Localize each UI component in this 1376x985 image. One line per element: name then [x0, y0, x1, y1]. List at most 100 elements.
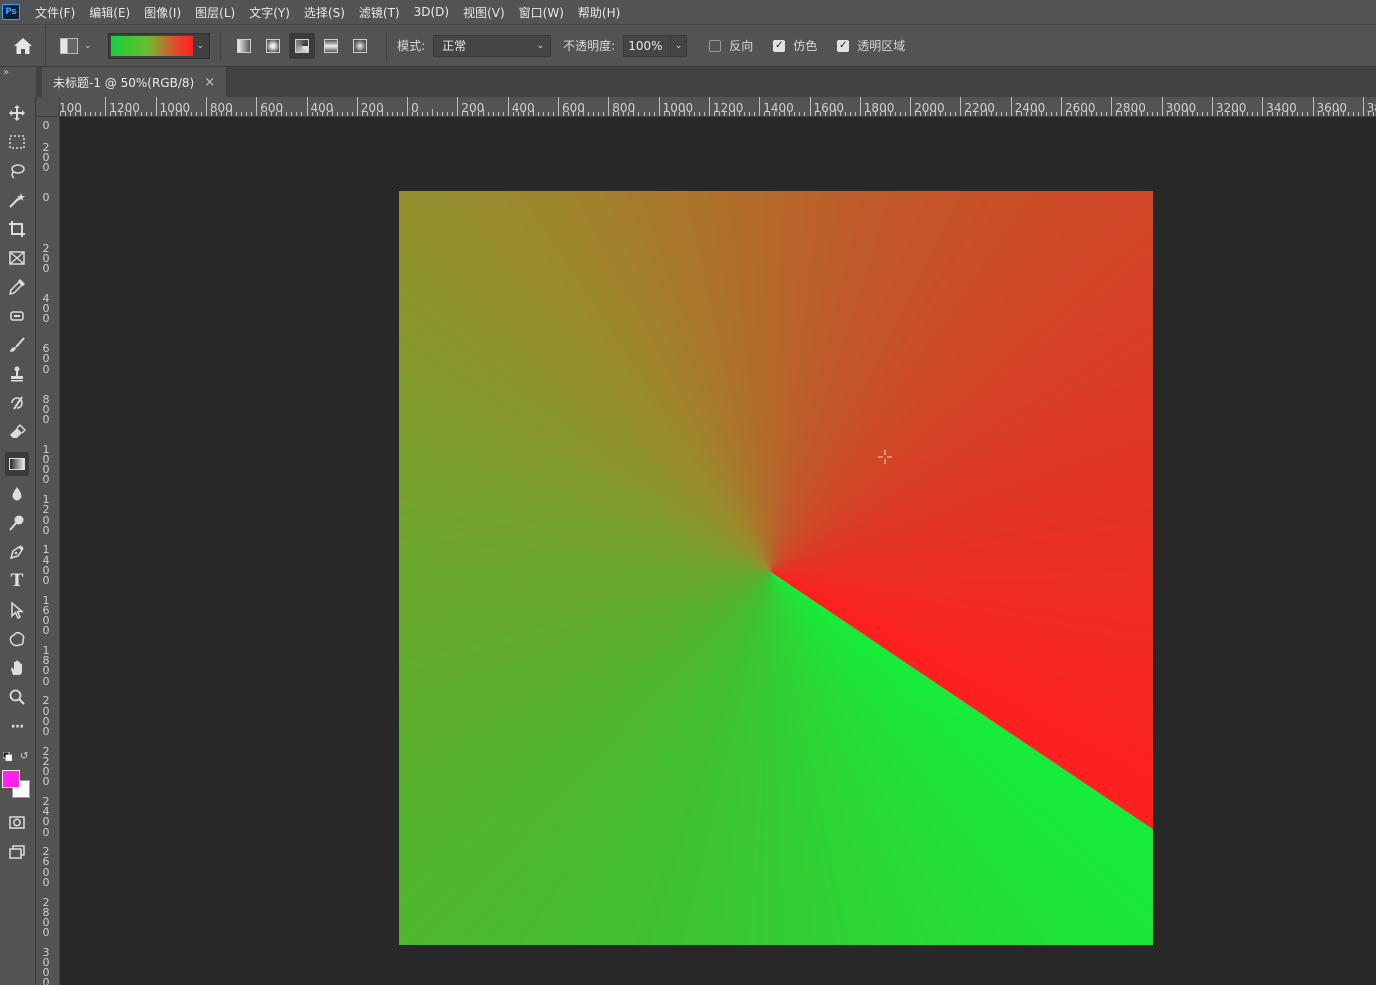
ruler-tick — [1061, 97, 1062, 116]
default-colors-icon[interactable] — [3, 752, 12, 761]
magic-wand-icon — [9, 193, 25, 208]
marquee-tool[interactable] — [5, 130, 29, 154]
document-tab-bar: 未标题-1 @ 50%(RGB/8) × — [36, 67, 1376, 97]
ruler-minor-tick — [593, 112, 595, 116]
ruler-minor-tick — [1045, 112, 1047, 116]
ruler-minor-tick — [195, 112, 197, 116]
mode-select[interactable]: 正常 ⌄ — [433, 34, 552, 57]
menu-edit[interactable]: 编辑(E) — [82, 4, 137, 21]
path-selection-tool[interactable] — [5, 598, 29, 622]
ruler-label: 800 — [612, 101, 636, 115]
zoom-icon — [9, 689, 25, 705]
eyedropper-tool[interactable] — [5, 275, 29, 299]
ruler-tick — [809, 97, 811, 116]
toolbar-collapse-button[interactable]: » — [0, 67, 36, 97]
clone-stamp-icon — [11, 366, 23, 382]
menu-image[interactable]: 图像(I) — [137, 4, 188, 21]
ruler-minor-tick — [854, 112, 856, 116]
reverse-checkbox[interactable]: 反向 — [709, 37, 753, 54]
pen-tool[interactable] — [5, 540, 29, 564]
ruler-label-digit: 0 — [42, 119, 50, 132]
ruler-minor-tick — [537, 112, 539, 116]
zoom-tool[interactable] — [5, 685, 29, 709]
custom-shape-tool[interactable] — [5, 627, 29, 651]
close-icon[interactable]: × — [204, 75, 215, 90]
menu-3d[interactable]: 3D(D) — [407, 5, 456, 19]
reverse-label: 反向 — [729, 39, 754, 53]
gradient-preview[interactable] — [110, 35, 193, 56]
more-tools-button[interactable]: ··· — [5, 715, 29, 739]
blur-tool[interactable] — [5, 482, 29, 506]
ruler-minor-tick — [1252, 112, 1254, 116]
document-tab-title: 未标题-1 @ 50%(RGB/8) — [53, 75, 195, 90]
ruler-minor-tick — [236, 112, 238, 116]
document-canvas[interactable] — [399, 191, 1153, 945]
ruler-tick — [1362, 97, 1364, 116]
ruler-minor-tick — [291, 112, 293, 116]
ruler-label-digit: 0 — [42, 362, 50, 376]
ruler-minor-tick — [1347, 112, 1349, 116]
menu-help[interactable]: 帮助(H) — [571, 4, 627, 21]
ruler-minor-tick — [190, 112, 192, 116]
document-tab[interactable]: 未标题-1 @ 50%(RGB/8) × — [42, 67, 226, 97]
hand-tool[interactable] — [5, 656, 29, 680]
ruler-label: 200 — [461, 101, 485, 115]
type-tool[interactable]: T — [5, 569, 29, 593]
ruler-tick — [759, 97, 761, 116]
move-tool[interactable] — [5, 101, 29, 125]
brush-icon — [10, 337, 25, 352]
radial-gradient-button[interactable] — [260, 33, 286, 59]
tool-preset-picker[interactable]: ⌄ — [60, 37, 92, 54]
foreground-color-swatch[interactable] — [2, 770, 20, 788]
eraser-tool[interactable] — [5, 420, 29, 444]
menu-view[interactable]: 视图(V) — [456, 4, 512, 21]
crop-tool[interactable] — [5, 217, 29, 241]
ruler-minor-tick — [1206, 112, 1208, 116]
ruler-minor-tick — [296, 112, 298, 116]
ruler-tick — [457, 97, 459, 116]
horizontal-ruler[interactable]: 100 1200 1000 800 600 400 200 0 200 400 600 800 1000… — [60, 97, 1376, 117]
ruler-minor-tick — [547, 112, 549, 116]
ruler-minor-tick — [542, 112, 544, 116]
ruler-minor-tick — [502, 112, 504, 116]
dodge-tool[interactable] — [5, 511, 29, 535]
lasso-tool[interactable] — [5, 159, 29, 183]
brush-tool[interactable] — [5, 333, 29, 357]
diamond-gradient-button[interactable] — [347, 33, 373, 59]
linear-gradient-button[interactable] — [231, 33, 257, 59]
chevron-down-icon[interactable]: ⌄ — [197, 41, 205, 51]
healing-brush-tool[interactable] — [5, 304, 29, 328]
menu-file[interactable]: 文件(F) — [28, 4, 82, 21]
swap-colors-icon[interactable]: ↺ — [20, 751, 28, 762]
gradient-tool[interactable] — [5, 452, 29, 476]
ruler-minor-tick — [447, 112, 449, 116]
ruler-origin[interactable] — [36, 97, 60, 117]
ruler-minor-tick — [900, 112, 902, 116]
ruler-label: 1400 — [763, 101, 794, 115]
clone-stamp-tool[interactable] — [5, 362, 29, 386]
ruler-label-digit: 0 — [42, 926, 50, 940]
frame-tool[interactable] — [5, 246, 29, 270]
angle-gradient-button[interactable] — [289, 32, 316, 59]
ruler-minor-tick — [200, 112, 202, 116]
screen-mode-button[interactable] — [5, 839, 29, 863]
opacity-input[interactable]: 100% — [623, 34, 672, 57]
menu-window[interactable]: 窗口(W) — [512, 4, 571, 21]
gradient-editor-picker[interactable]: ⌄ — [107, 32, 211, 59]
menu-select[interactable]: 选择(S) — [297, 4, 352, 21]
transparency-checkbox[interactable]: ✓ 透明区域 — [837, 37, 905, 54]
ruler-label: 1000 — [159, 101, 191, 115]
ruler-minor-tick — [849, 112, 851, 116]
quick-mask-button[interactable] — [5, 810, 29, 834]
opacity-dropdown-button[interactable]: ⌄ — [671, 34, 688, 57]
reflected-gradient-button[interactable] — [318, 33, 344, 59]
vertical-ruler[interactable]: 0200020040060080010001200140016001800200… — [36, 117, 60, 985]
menu-type[interactable]: 文字(Y) — [242, 4, 297, 21]
home-button[interactable] — [0, 24, 46, 67]
history-brush-tool[interactable] — [5, 391, 29, 415]
ruler-tick — [306, 97, 308, 116]
dither-checkbox[interactable]: ✓ 仿色 — [773, 37, 817, 54]
magic-wand-tool[interactable] — [5, 188, 29, 212]
menu-filter[interactable]: 滤镜(T) — [352, 4, 407, 21]
menu-layer[interactable]: 图层(L) — [188, 4, 242, 21]
